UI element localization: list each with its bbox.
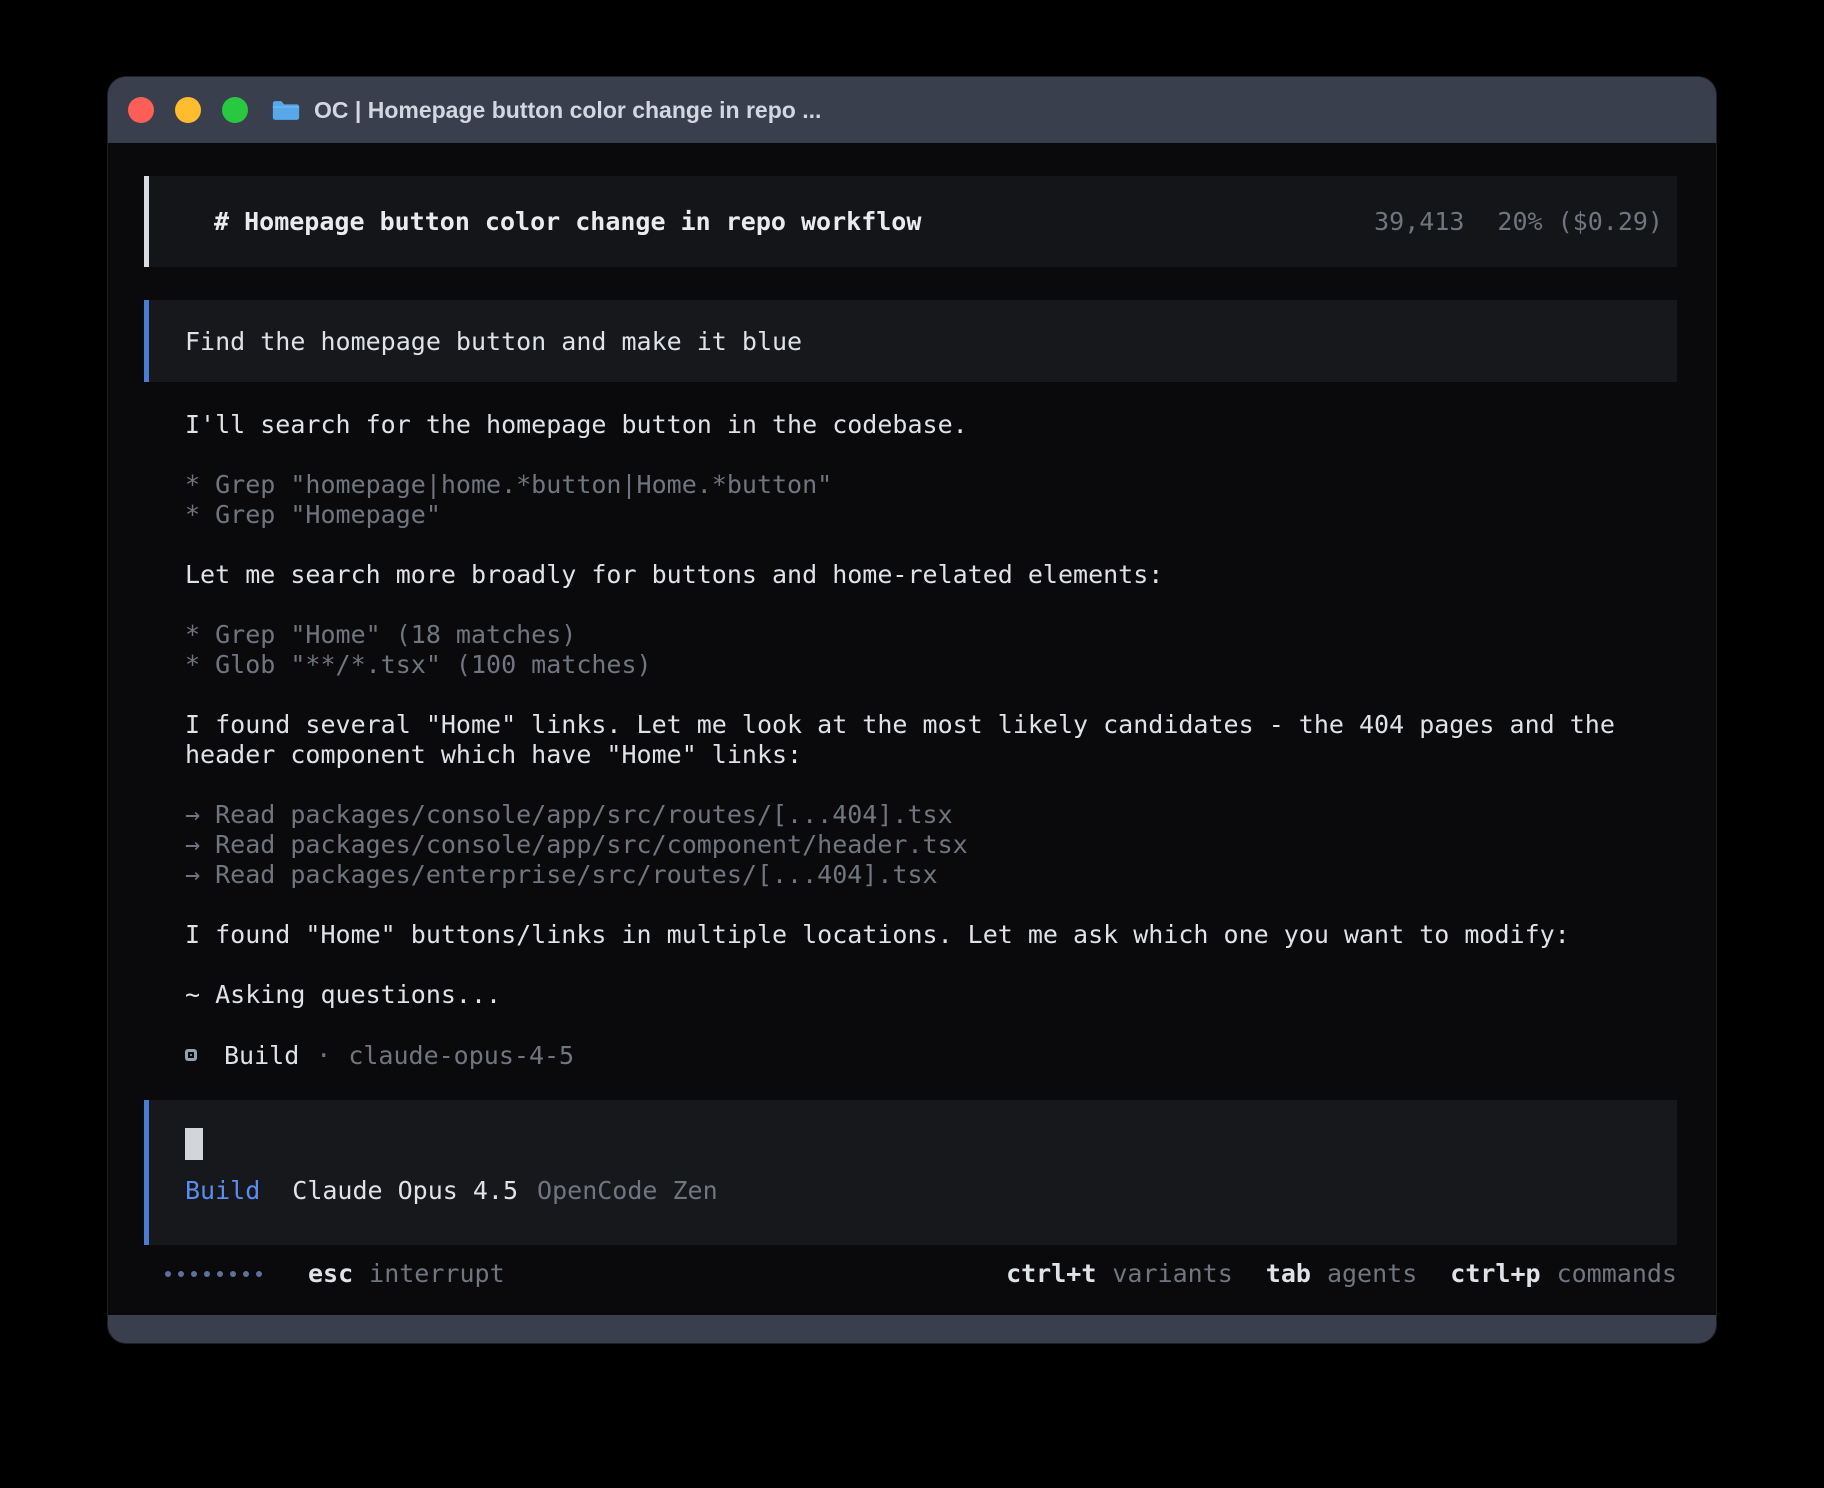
- traffic-lights: [128, 97, 248, 123]
- transcript: I'll search for the homepage button in t…: [185, 410, 1677, 1070]
- agent-name: Build: [224, 1041, 299, 1070]
- agent-status-row: Build · claude-opus-4-5: [185, 1040, 1677, 1070]
- token-count: 39,413: [1374, 207, 1464, 236]
- tool-call-glob: * Glob "**/*.tsx" (100 matches): [185, 650, 1677, 680]
- assistant-text: Let me search more broadly for buttons a…: [185, 560, 1677, 590]
- shortcut-commands: ctrl+p commands: [1450, 1259, 1677, 1288]
- user-message: Find the homepage button and make it blu…: [144, 300, 1677, 382]
- text-cursor: [185, 1128, 203, 1160]
- status-bar-right: ctrl+t variants tab agents ctrl+p comman…: [1006, 1259, 1677, 1288]
- terminal-content: # Homepage button color change in repo w…: [108, 143, 1716, 1315]
- ctrl-t-key-hint: ctrl+t: [1006, 1259, 1096, 1288]
- agent-separator: ·: [316, 1041, 331, 1070]
- status-bar-left: esc interrupt: [165, 1259, 505, 1288]
- assistant-text: I found "Home" buttons/links in multiple…: [185, 920, 1677, 950]
- tool-call-read: → Read packages/console/app/src/componen…: [185, 830, 1677, 860]
- model-label: Claude Opus 4.5: [292, 1176, 518, 1205]
- context-usage: 20% ($0.29): [1497, 207, 1663, 236]
- agent-icon: [185, 1049, 197, 1061]
- shortcut-variants: ctrl+t variants: [1006, 1259, 1233, 1288]
- tab-key-hint: tab: [1266, 1259, 1311, 1288]
- titlebar[interactable]: OC | Homepage button color change in rep…: [108, 77, 1716, 143]
- asking-questions-status: ~ Asking questions...: [185, 980, 1677, 1010]
- session-header: # Homepage button color change in repo w…: [144, 176, 1677, 267]
- tool-call-grep: * Grep "homepage|home.*button|Home.*butt…: [185, 470, 1677, 500]
- tool-call-grep: * Grep "Home" (18 matches): [185, 620, 1677, 650]
- interrupt-label: interrupt: [369, 1259, 504, 1288]
- tool-call-read: → Read packages/enterprise/src/routes/[.…: [185, 860, 1677, 890]
- assistant-text: I found several "Home" links. Let me loo…: [185, 710, 1677, 770]
- agents-label: agents: [1327, 1259, 1417, 1288]
- commands-label: commands: [1557, 1259, 1677, 1288]
- tool-call-grep: * Grep "Homepage": [185, 500, 1677, 530]
- close-button[interactable]: [128, 97, 154, 123]
- assistant-text: I'll search for the homepage button in t…: [185, 410, 1677, 440]
- agent-mode-label: Build: [185, 1176, 260, 1205]
- agent-model: claude-opus-4-5: [348, 1041, 574, 1070]
- provider-label: OpenCode Zen: [537, 1176, 718, 1205]
- session-stats: 39,413 20% ($0.29): [1374, 207, 1663, 236]
- session-title: # Homepage button color change in repo w…: [214, 207, 921, 236]
- variants-label: variants: [1112, 1259, 1232, 1288]
- minimize-button[interactable]: [175, 97, 201, 123]
- window-title: OC | Homepage button color change in rep…: [314, 97, 821, 124]
- user-message-text: Find the homepage button and make it blu…: [185, 327, 802, 356]
- desktop: OC | Homepage button color change in rep…: [0, 0, 1824, 1488]
- status-bar: esc interrupt ctrl+t variants tab agents…: [144, 1259, 1677, 1288]
- folder-icon: [271, 99, 301, 122]
- shortcut-agents: tab agents: [1266, 1259, 1417, 1288]
- prompt-meta: Build Claude Opus 4.5 OpenCode Zen: [185, 1176, 1677, 1205]
- zoom-button[interactable]: [222, 97, 248, 123]
- tool-call-read: → Read packages/console/app/src/routes/[…: [185, 800, 1677, 830]
- terminal-window: OC | Homepage button color change in rep…: [108, 77, 1716, 1343]
- prompt-input[interactable]: Build Claude Opus 4.5 OpenCode Zen: [144, 1100, 1677, 1245]
- ctrl-p-key-hint: ctrl+p: [1450, 1259, 1540, 1288]
- esc-key-hint: esc: [308, 1259, 353, 1288]
- spinner-dots: [165, 1271, 262, 1277]
